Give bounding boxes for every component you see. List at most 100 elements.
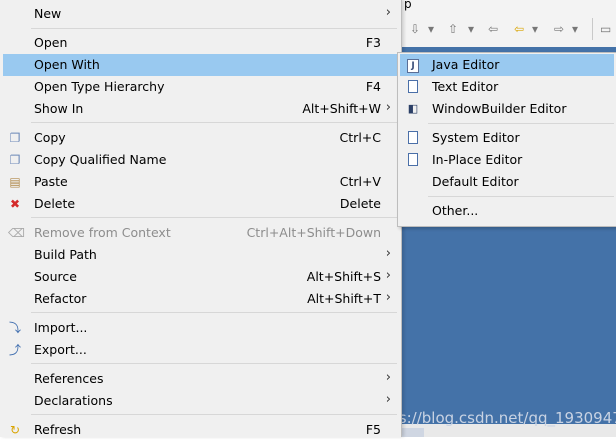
import-icon: ⤵ [8, 321, 21, 335]
menu-item-delete[interactable]: ✖ Delete Delete [3, 193, 399, 215]
submenu-arrow-icon: › [385, 370, 391, 385]
menu-item-shortcut: Ctrl+V [339, 174, 381, 189]
menu-item-declarations[interactable]: Declarations › [3, 390, 399, 412]
menu-item-source[interactable]: Source Alt+Shift+S › [3, 266, 399, 288]
menu-item-copy[interactable]: ❐ Copy Ctrl+C [3, 127, 399, 149]
submenu-arrow-icon: › [385, 100, 391, 115]
submenu-item-label: Default Editor [432, 174, 519, 189]
menu-item-export[interactable]: ⤴ Export... [3, 339, 399, 361]
dropdown-arrow-icon[interactable]: ▾ [572, 22, 578, 36]
in-place-editor-icon [406, 153, 420, 167]
submenu-item-in-place-editor[interactable]: In-Place Editor [400, 149, 614, 171]
perspective-icon[interactable]: ▭ [600, 22, 611, 36]
delete-icon: ✖ [9, 197, 21, 211]
submenu-item-default-editor[interactable]: Default Editor [400, 171, 614, 193]
dropdown-arrow-icon[interactable]: ▾ [532, 22, 538, 36]
submenu-arrow-icon: › [385, 246, 391, 261]
watermark: https://blog.csdn.net/qq_19309473 [368, 409, 616, 427]
menu-separator [31, 414, 397, 415]
menu-item-label: Remove from Context [34, 225, 171, 240]
text-editor-icon [406, 80, 420, 94]
submenu-item-label: In-Place Editor [432, 152, 523, 167]
submenu-item-other[interactable]: Other... [400, 200, 614, 222]
paste-icon: ▤ [9, 175, 21, 189]
menu-item-shortcut: Ctrl+C [339, 130, 381, 145]
menu-item-shortcut: Delete [339, 196, 381, 211]
submenu-item-system-editor[interactable]: System Editor [400, 127, 614, 149]
menu-item-paste[interactable]: ▤ Paste Ctrl+V [3, 171, 399, 193]
menu-item-shortcut: Alt+Shift+W [302, 101, 381, 116]
context-menu: New › Open F3 Open With Open Type Hierar… [0, 0, 402, 437]
menu-item-label: Open [34, 35, 68, 50]
menu-item-label: Export... [34, 342, 87, 357]
menu-item-label: Declarations [34, 393, 113, 408]
menu-item-show-in[interactable]: Show In Alt+Shift+W › [3, 98, 399, 120]
menu-item-shortcut: Ctrl+Alt+Shift+Down [246, 225, 381, 240]
menu-item-label: Import... [34, 320, 88, 335]
menu-item-new[interactable]: New › [3, 3, 399, 25]
menu-item-label: Delete [34, 196, 76, 211]
java-editor-icon: J [406, 58, 420, 73]
menu-item-build-path[interactable]: Build Path › [3, 244, 399, 266]
menu-separator [31, 312, 397, 313]
submenu-item-windowbuilder-editor[interactable]: ◧ WindowBuilder Editor [400, 98, 614, 120]
menu-item-label: References [34, 371, 104, 386]
menu-separator [31, 28, 397, 29]
export-icon: ⤴ [8, 343, 21, 357]
main-toolbar: p ⇩ ▾ ⇧ ▾ ⇦ ⇦ ▾ ⇨ ▾ ▭ [396, 0, 616, 48]
remove-context-icon: ⌫ [8, 226, 25, 240]
menu-item-open-type-hierarchy[interactable]: Open Type Hierarchy F4 [3, 76, 399, 98]
menu-item-refactor[interactable]: Refactor Alt+Shift+T › [3, 288, 399, 310]
dropdown-arrow-icon[interactable]: ▾ [428, 22, 434, 36]
submenu-arrow-icon: › [385, 392, 391, 407]
menu-item-import[interactable]: ⤵ Import... [3, 317, 399, 339]
menu-item-shortcut: Alt+Shift+T [307, 291, 381, 306]
back-icon[interactable]: ⇦ [514, 22, 524, 36]
submenu-item-label: WindowBuilder Editor [432, 101, 567, 116]
menu-item-label: Refactor [34, 291, 87, 306]
open-with-submenu: J Java Editor Text Editor ◧ WindowBuilde… [397, 52, 616, 227]
dropdown-arrow-icon[interactable]: ▾ [468, 22, 474, 36]
next-annotation-icon[interactable]: ⇩ [410, 22, 420, 36]
forward-icon[interactable]: ⇨ [554, 22, 564, 36]
menu-item-shortcut: Alt+Shift+S [306, 269, 381, 284]
menu-item-label: Source [34, 269, 77, 284]
menu-item-label: Show In [34, 101, 84, 116]
submenu-item-label: Java Editor [432, 57, 500, 72]
menu-item-shortcut: F3 [365, 35, 381, 50]
menu-item-open[interactable]: Open F3 [3, 32, 399, 54]
windowbuilder-icon: ◧ [407, 102, 419, 115]
menu-item-copy-qualified-name[interactable]: ❐ Copy Qualified Name [3, 149, 399, 171]
menu-item-shortcut: F5 [365, 422, 381, 437]
toolbar-title-fragment: p [404, 0, 412, 11]
menu-item-shortcut: F4 [365, 79, 381, 94]
system-editor-icon [406, 131, 420, 145]
menu-separator [31, 217, 397, 218]
submenu-separator [428, 123, 614, 124]
menu-item-label: Paste [34, 174, 68, 189]
menu-item-label: Refresh [34, 422, 82, 437]
menu-separator [31, 363, 397, 364]
submenu-item-text-editor[interactable]: Text Editor [400, 76, 614, 98]
menu-separator [31, 122, 397, 123]
menu-item-label: Open Type Hierarchy [34, 79, 165, 94]
menu-item-label: New [34, 6, 62, 21]
submenu-item-java-editor[interactable]: J Java Editor [400, 54, 614, 76]
submenu-arrow-icon: › [385, 290, 391, 305]
previous-annotation-icon[interactable]: ⇧ [448, 22, 458, 36]
copy-icon: ❐ [9, 131, 21, 145]
toolbar-divider [592, 18, 593, 40]
menu-item-remove-from-context: ⌫ Remove from Context Ctrl+Alt+Shift+Dow… [3, 222, 399, 244]
submenu-item-label: Other... [432, 203, 479, 218]
menu-item-label: Copy Qualified Name [34, 152, 167, 167]
menu-item-references[interactable]: References › [3, 368, 399, 390]
last-edit-location-icon[interactable]: ⇦ [488, 22, 498, 36]
submenu-item-label: System Editor [432, 130, 520, 145]
menu-item-open-with[interactable]: Open With [3, 54, 399, 76]
submenu-arrow-icon: › [385, 268, 391, 283]
menu-item-label: Build Path [34, 247, 97, 262]
menu-item-refresh[interactable]: ↻ Refresh F5 [3, 419, 399, 441]
menu-item-label: Copy [34, 130, 66, 145]
submenu-item-label: Text Editor [432, 79, 499, 94]
menu-item-label: Open With [34, 57, 100, 72]
